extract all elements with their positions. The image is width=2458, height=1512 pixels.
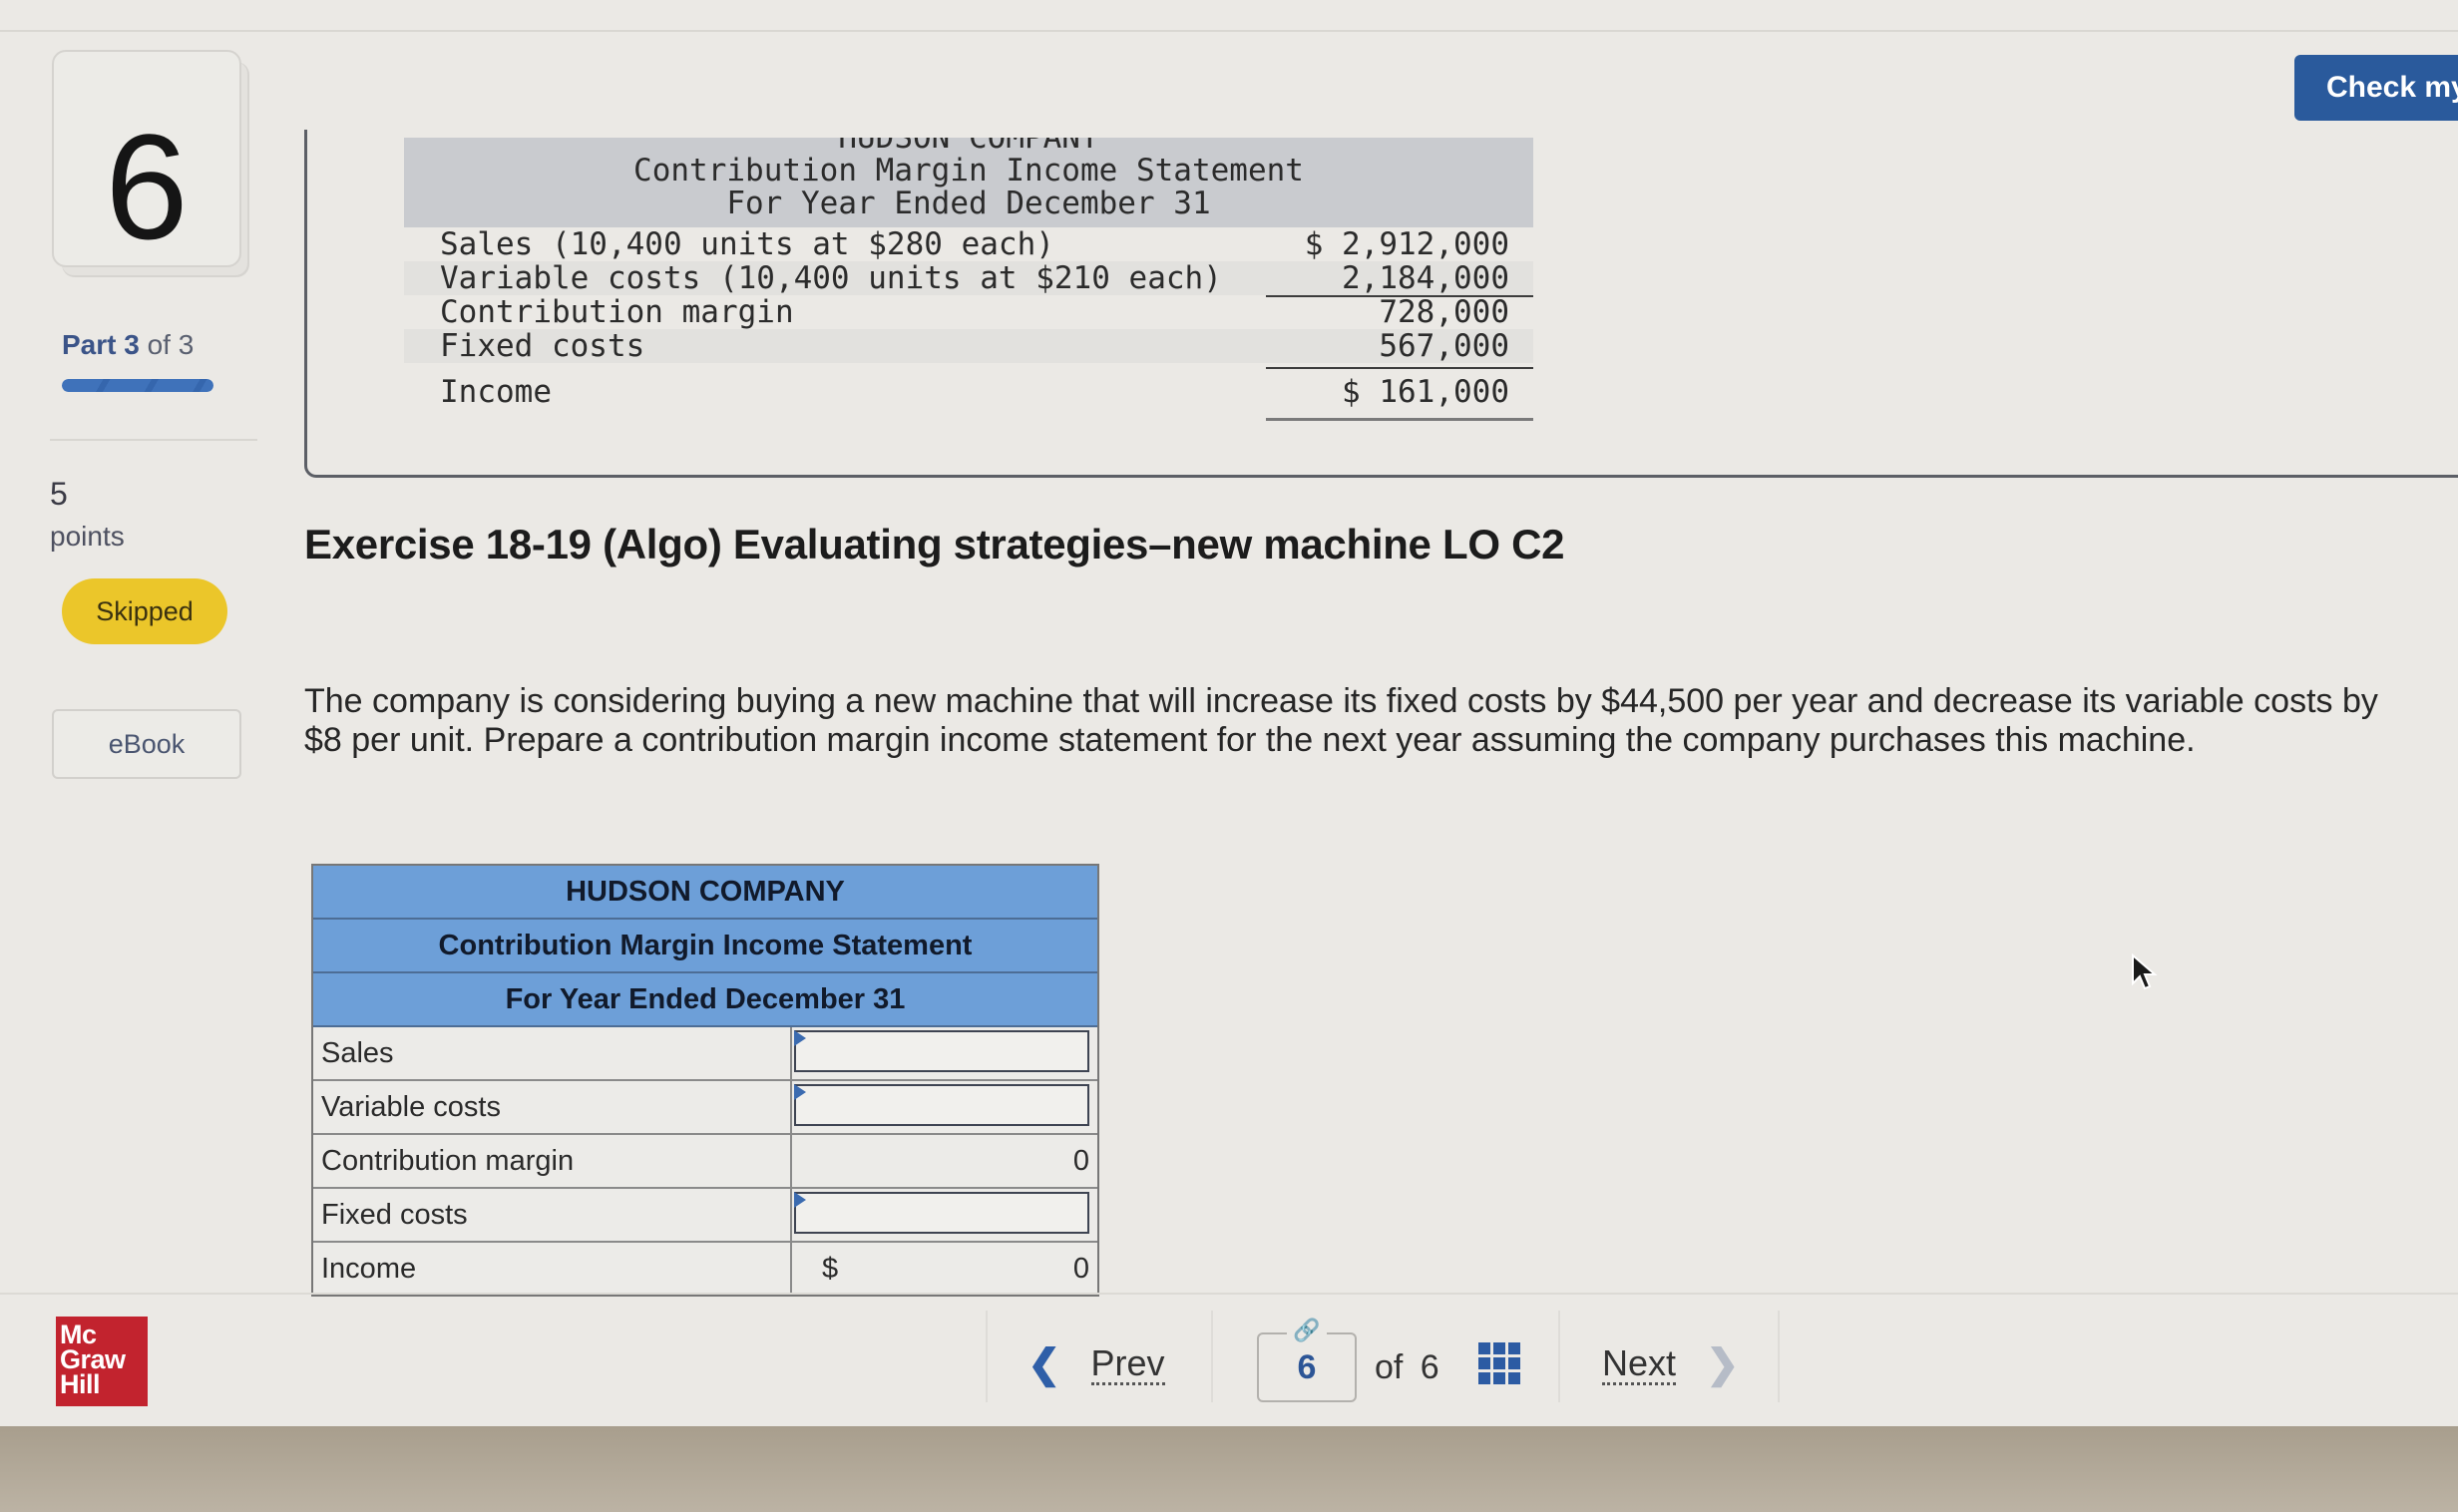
sales-input[interactable]	[794, 1030, 1089, 1072]
reference-row-label: Variable costs (10,400 units at $210 eac…	[440, 260, 1222, 296]
status-badge: Skipped	[62, 578, 227, 644]
income-currency-symbol: $	[822, 1253, 839, 1285]
answer-row-label: Contribution margin	[321, 1145, 575, 1177]
input-flag-icon	[794, 1192, 806, 1208]
fixed-costs-input[interactable]	[794, 1192, 1089, 1234]
contribution-margin-value: 0	[1072, 1145, 1089, 1177]
part-indicator: Part 3 of 3	[62, 329, 194, 361]
check-my-work-button[interactable]: Check my work	[2294, 55, 2458, 121]
nav-divider	[1558, 1311, 1560, 1402]
prev-button[interactable]: ❮ Prev	[1027, 1341, 1165, 1387]
reference-row-label: Income	[440, 374, 552, 410]
answer-statement-table: HUDSON COMPANY Contribution Margin Incom…	[311, 864, 1099, 1297]
answer-row-income: Income $ 0	[313, 1243, 1097, 1295]
input-flag-icon	[794, 1030, 806, 1046]
reference-row-amount: 567,000	[1379, 328, 1509, 364]
total-rule	[1266, 418, 1533, 421]
question-number-card: 6	[52, 50, 241, 267]
chevron-left-icon: ❮	[1027, 1342, 1061, 1386]
column-divider	[790, 1081, 792, 1133]
nav-divider	[1778, 1311, 1780, 1402]
reference-title: Contribution Margin Income Statement	[633, 153, 1304, 189]
reference-period: For Year Ended December 31	[726, 186, 1211, 221]
exercise-title: Exercise 18-19 (Algo) Evaluating strateg…	[304, 521, 1565, 567]
answer-row-label: Variable costs	[321, 1091, 501, 1123]
reference-row-fixed-costs: Fixed costs 567,000	[404, 329, 1533, 363]
answer-row-label: Sales	[321, 1037, 394, 1069]
exercise-instructions: The company is considering buying a new …	[304, 682, 2378, 759]
logo-line: Hill	[60, 1369, 101, 1399]
mcgraw-hill-logo: Mc Graw Hill	[56, 1317, 148, 1406]
variable-costs-input[interactable]	[794, 1084, 1089, 1126]
answer-row-sales: Sales	[313, 1027, 1097, 1081]
part-progress-bar	[62, 379, 213, 392]
reference-row-amount: $ 161,000	[1342, 374, 1509, 410]
reference-row-sales: Sales (10,400 units at $280 each) $ 2,91…	[404, 227, 1533, 261]
reference-row-contribution-margin: Contribution margin 728,000	[404, 295, 1533, 329]
chevron-right-icon: ❯	[1706, 1342, 1740, 1386]
current-page-box[interactable]: 🔗 6	[1257, 1320, 1357, 1402]
page-total: of 6	[1375, 1348, 1439, 1386]
left-divider	[50, 439, 257, 441]
answer-row-contribution-margin: Contribution margin 0	[313, 1135, 1097, 1189]
question-number: 6	[105, 103, 189, 270]
answer-row-label: Fixed costs	[321, 1199, 468, 1231]
question-grid-icon[interactable]	[1478, 1342, 1520, 1384]
reference-row-label: Sales (10,400 units at $280 each)	[440, 226, 1054, 262]
column-divider	[790, 1189, 792, 1241]
desk-background	[0, 1426, 2458, 1512]
reference-row-variable-costs: Variable costs (10,400 units at $210 eac…	[404, 261, 1533, 295]
reference-row-amount: 2,184,000	[1342, 260, 1509, 296]
part-progress-fill	[62, 379, 213, 392]
footer-divider	[0, 1293, 2458, 1295]
link-icon: 🔗	[1287, 1320, 1327, 1341]
part-current: Part 3	[62, 329, 140, 360]
answer-period-header: For Year Ended December 31	[313, 973, 1097, 1027]
answer-row-fixed-costs: Fixed costs	[313, 1189, 1097, 1243]
mouse-cursor-icon	[2132, 953, 2158, 990]
ebook-button[interactable]: eBook	[52, 709, 241, 779]
prev-label: Prev	[1090, 1341, 1165, 1385]
top-divider	[0, 30, 2458, 32]
input-flag-icon	[794, 1084, 806, 1100]
answer-row-variable-costs: Variable costs	[313, 1081, 1097, 1135]
answer-company-header: HUDSON COMPANY	[313, 866, 1097, 920]
answer-row-label: Income	[321, 1253, 417, 1285]
reference-statement: HUDSON COMPANY Contribution Margin Incom…	[404, 138, 1533, 421]
reference-row-amount: 728,000	[1379, 294, 1509, 330]
points-label: points	[50, 521, 125, 552]
income-value: 0	[1072, 1253, 1089, 1285]
reference-row-label: Fixed costs	[440, 328, 645, 364]
nav-divider	[986, 1311, 988, 1402]
next-button[interactable]: Next ❯	[1602, 1341, 1740, 1387]
answer-title-header: Contribution Margin Income Statement	[313, 920, 1097, 973]
current-page-number: 6	[1297, 1348, 1317, 1386]
reference-header: HUDSON COMPANY Contribution Margin Incom…	[404, 138, 1533, 227]
part-total: of 3	[139, 329, 195, 360]
column-divider	[790, 1135, 792, 1187]
nav-divider	[1211, 1311, 1213, 1402]
reference-row-amount: $ 2,912,000	[1304, 226, 1509, 262]
reference-row-label: Contribution margin	[440, 294, 794, 330]
next-label: Next	[1602, 1341, 1677, 1385]
assignment-screen: 6 Part 3 of 3 5 points Skipped eBook Che…	[0, 0, 2458, 1426]
column-divider	[790, 1027, 792, 1079]
reference-row-income: Income $ 161,000	[404, 367, 1533, 421]
column-divider	[790, 1243, 792, 1295]
points-value: 5	[50, 476, 68, 512]
